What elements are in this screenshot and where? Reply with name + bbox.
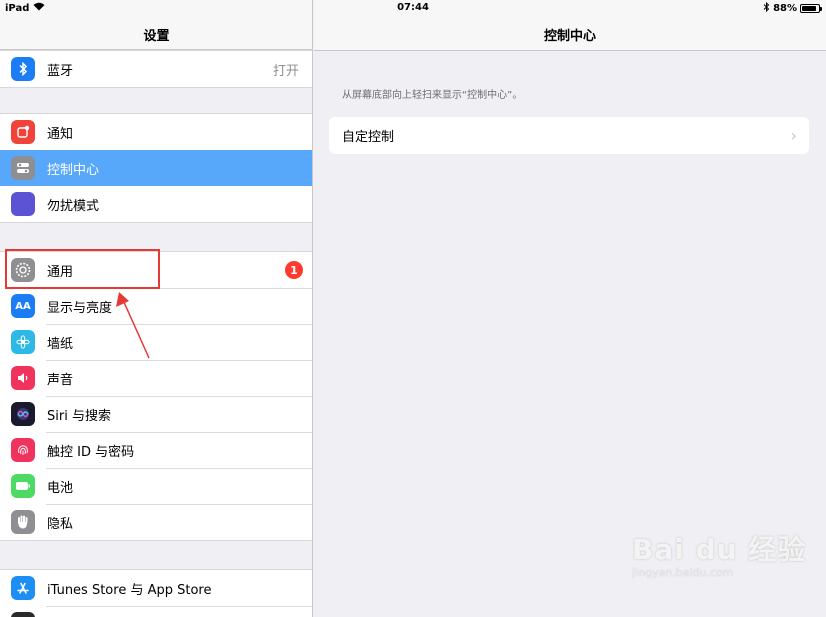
baidu-watermark: Bai du 经验 jingyan.baidu.com	[632, 528, 806, 579]
watermark-main: Bai du 经验	[632, 533, 807, 566]
annotation-arrow	[116, 292, 150, 359]
ipad-screen: 设置 蓝牙 打开 通知 控制中心 勿扰模式 通用 1 AA 显示与亮度 墙纸 声…	[0, 0, 826, 617]
